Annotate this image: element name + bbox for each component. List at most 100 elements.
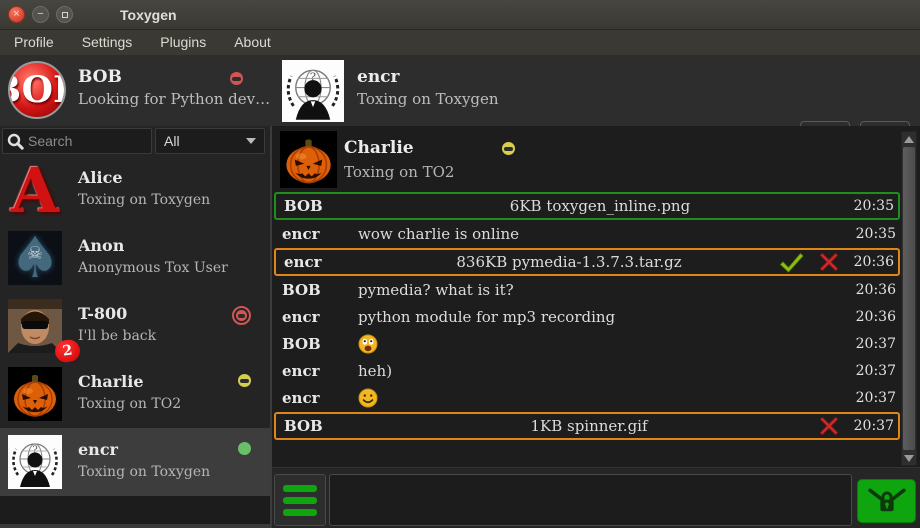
chat-panel: Charlie Toxing on TO2 BOB 6KB toxygen_in… [272, 126, 920, 528]
scroll-up-arrow-icon[interactable] [902, 132, 916, 146]
contact-status-message: Toxing on Toxygen [78, 192, 210, 208]
composer [272, 467, 920, 528]
message-time: 20:35 [852, 226, 896, 242]
search-input[interactable] [28, 133, 143, 149]
contact-status-message: Anonymous Tox User [78, 260, 228, 276]
scroll-down-arrow-icon[interactable] [902, 451, 916, 465]
letter-a-avatar: A [8, 163, 62, 217]
message-sender: BOB [278, 335, 358, 353]
contact-filter-dropdown[interactable]: All [155, 128, 265, 154]
chat-contact-avatar [280, 131, 337, 188]
message-text: 1KB spinner.gif [530, 417, 647, 435]
contact-name: T-800 [78, 304, 127, 323]
anonymous-avatar: ? [8, 435, 62, 489]
chat-message: BOB 20:37 [274, 331, 900, 357]
online-status-icon [238, 442, 251, 455]
busy-new-message-status-icon [232, 306, 251, 325]
contact-row-encr[interactable]: ? encr Toxing on Toxygen [0, 428, 270, 496]
search-box [2, 128, 152, 154]
peer-status-message: Toxing on Toxygen [357, 90, 499, 108]
message-sender: BOB [280, 417, 360, 435]
away-status-icon [238, 374, 251, 387]
maximize-button[interactable] [56, 6, 73, 23]
window-controls: × − [8, 6, 73, 23]
decline-file-icon[interactable] [818, 251, 840, 273]
chat-scrollbar[interactable] [901, 131, 917, 466]
contact-name: Alice [78, 168, 123, 187]
menu-settings[interactable]: Settings [68, 30, 147, 55]
close-button[interactable]: × [8, 6, 25, 23]
sidebar: All A Alice Toxing on Toxygen♠☠ Anon Ano… [0, 126, 270, 528]
search-icon [7, 133, 24, 150]
contact-name: Charlie [78, 372, 144, 391]
chat-message: encr 20:37 [274, 385, 900, 411]
chat-message: encr heh) 20:37 [274, 358, 900, 384]
contact-row-t-800[interactable]: T-800 I'll be back2 [0, 292, 270, 360]
file-transfer-message[interactable]: BOB 6KB toxygen_inline.png 20:35 [274, 192, 900, 220]
self-avatar[interactable]: BOB [8, 61, 66, 119]
filter-value: All [164, 133, 180, 149]
contact-name: encr [78, 440, 118, 459]
message-text: 836KB pymedia-1.3.7.3.tar.gz [456, 253, 681, 271]
peer-name: encr [357, 67, 499, 87]
self-status-message[interactable]: Looking for Python dev… [78, 90, 270, 108]
message-time: 20:37 [852, 363, 896, 379]
menu-bar: Profile Settings Plugins About [0, 30, 920, 55]
chat-message: encr wow charlie is online 20:35 [274, 221, 900, 247]
contact-row-charlie[interactable]: Charlie Toxing on TO2 [0, 360, 270, 428]
away-status-icon [502, 142, 515, 155]
top-panel: BOB BOB Looking for Python dev… ? encr T… [0, 55, 920, 126]
pumpkin-avatar [8, 367, 62, 421]
message-time: 20:37 [852, 390, 896, 406]
chat-contact-name: Charlie [344, 138, 414, 158]
contact-row-alice[interactable]: A Alice Toxing on Toxygen [0, 156, 270, 224]
menu-about[interactable]: About [220, 30, 285, 55]
title-bar: × − Toxygen [0, 0, 920, 30]
contact-status-message: Toxing on Toxygen [78, 464, 210, 480]
message-time: 20:37 [850, 418, 894, 434]
message-sender: encr [278, 362, 358, 380]
message-sender: encr [278, 225, 358, 243]
message-sender: encr [278, 308, 358, 326]
chat-header: Charlie Toxing on TO2 [272, 128, 920, 190]
contact-status-message: Toxing on TO2 [78, 396, 181, 412]
message-sender: encr [278, 389, 358, 407]
message-time: 20:36 [852, 282, 896, 298]
message-menu-button[interactable] [274, 474, 326, 526]
message-time: 20:36 [852, 309, 896, 325]
message-text: pymedia? what is it? [358, 281, 514, 299]
chat-message: BOB pymedia? what is it? 20:36 [274, 277, 900, 303]
minimize-button[interactable]: − [32, 6, 49, 23]
contact-row-anon[interactable]: ♠☠ Anon Anonymous Tox User [0, 224, 270, 292]
self-busy-status-icon[interactable] [230, 72, 243, 85]
menu-plugins[interactable]: Plugins [146, 30, 220, 55]
message-sender: BOB [280, 197, 360, 215]
message-time: 20:37 [852, 336, 896, 352]
contact-status-message: I'll be back [78, 328, 156, 344]
peer-avatar: ? [282, 60, 344, 122]
file-transfer-message[interactable]: encr 836KB pymedia-1.3.7.3.tar.gz 20:36 [274, 248, 900, 276]
chat-message: encr python module for mp3 recording 20:… [274, 304, 900, 330]
message-input[interactable] [329, 474, 852, 526]
hamburger-icon [283, 485, 317, 516]
send-button[interactable] [857, 479, 916, 523]
message-list: BOB 6KB toxygen_inline.png 20:35encr wow… [274, 192, 900, 441]
smiling-face-emoji [358, 388, 378, 408]
chat-contact-status: Toxing on TO2 [344, 163, 454, 181]
chevron-down-icon [246, 138, 256, 144]
decline-file-icon[interactable] [818, 415, 840, 437]
terminator-avatar [8, 299, 62, 353]
window-title: Toxygen [120, 7, 177, 23]
menu-profile[interactable]: Profile [0, 30, 68, 55]
accept-file-icon[interactable] [778, 251, 804, 273]
message-text: wow charlie is online [358, 225, 519, 243]
message-sender: BOB [278, 281, 358, 299]
maximize-icon [62, 12, 68, 18]
scrollbar-thumb[interactable] [903, 147, 915, 450]
message-sender: encr [280, 253, 360, 271]
secure-send-icon [865, 485, 909, 517]
message-text: 6KB toxygen_inline.png [510, 197, 690, 215]
shocked-face-emoji [358, 334, 378, 354]
message-text: heh) [358, 362, 392, 380]
file-transfer-message[interactable]: BOB 1KB spinner.gif 20:37 [274, 412, 900, 440]
